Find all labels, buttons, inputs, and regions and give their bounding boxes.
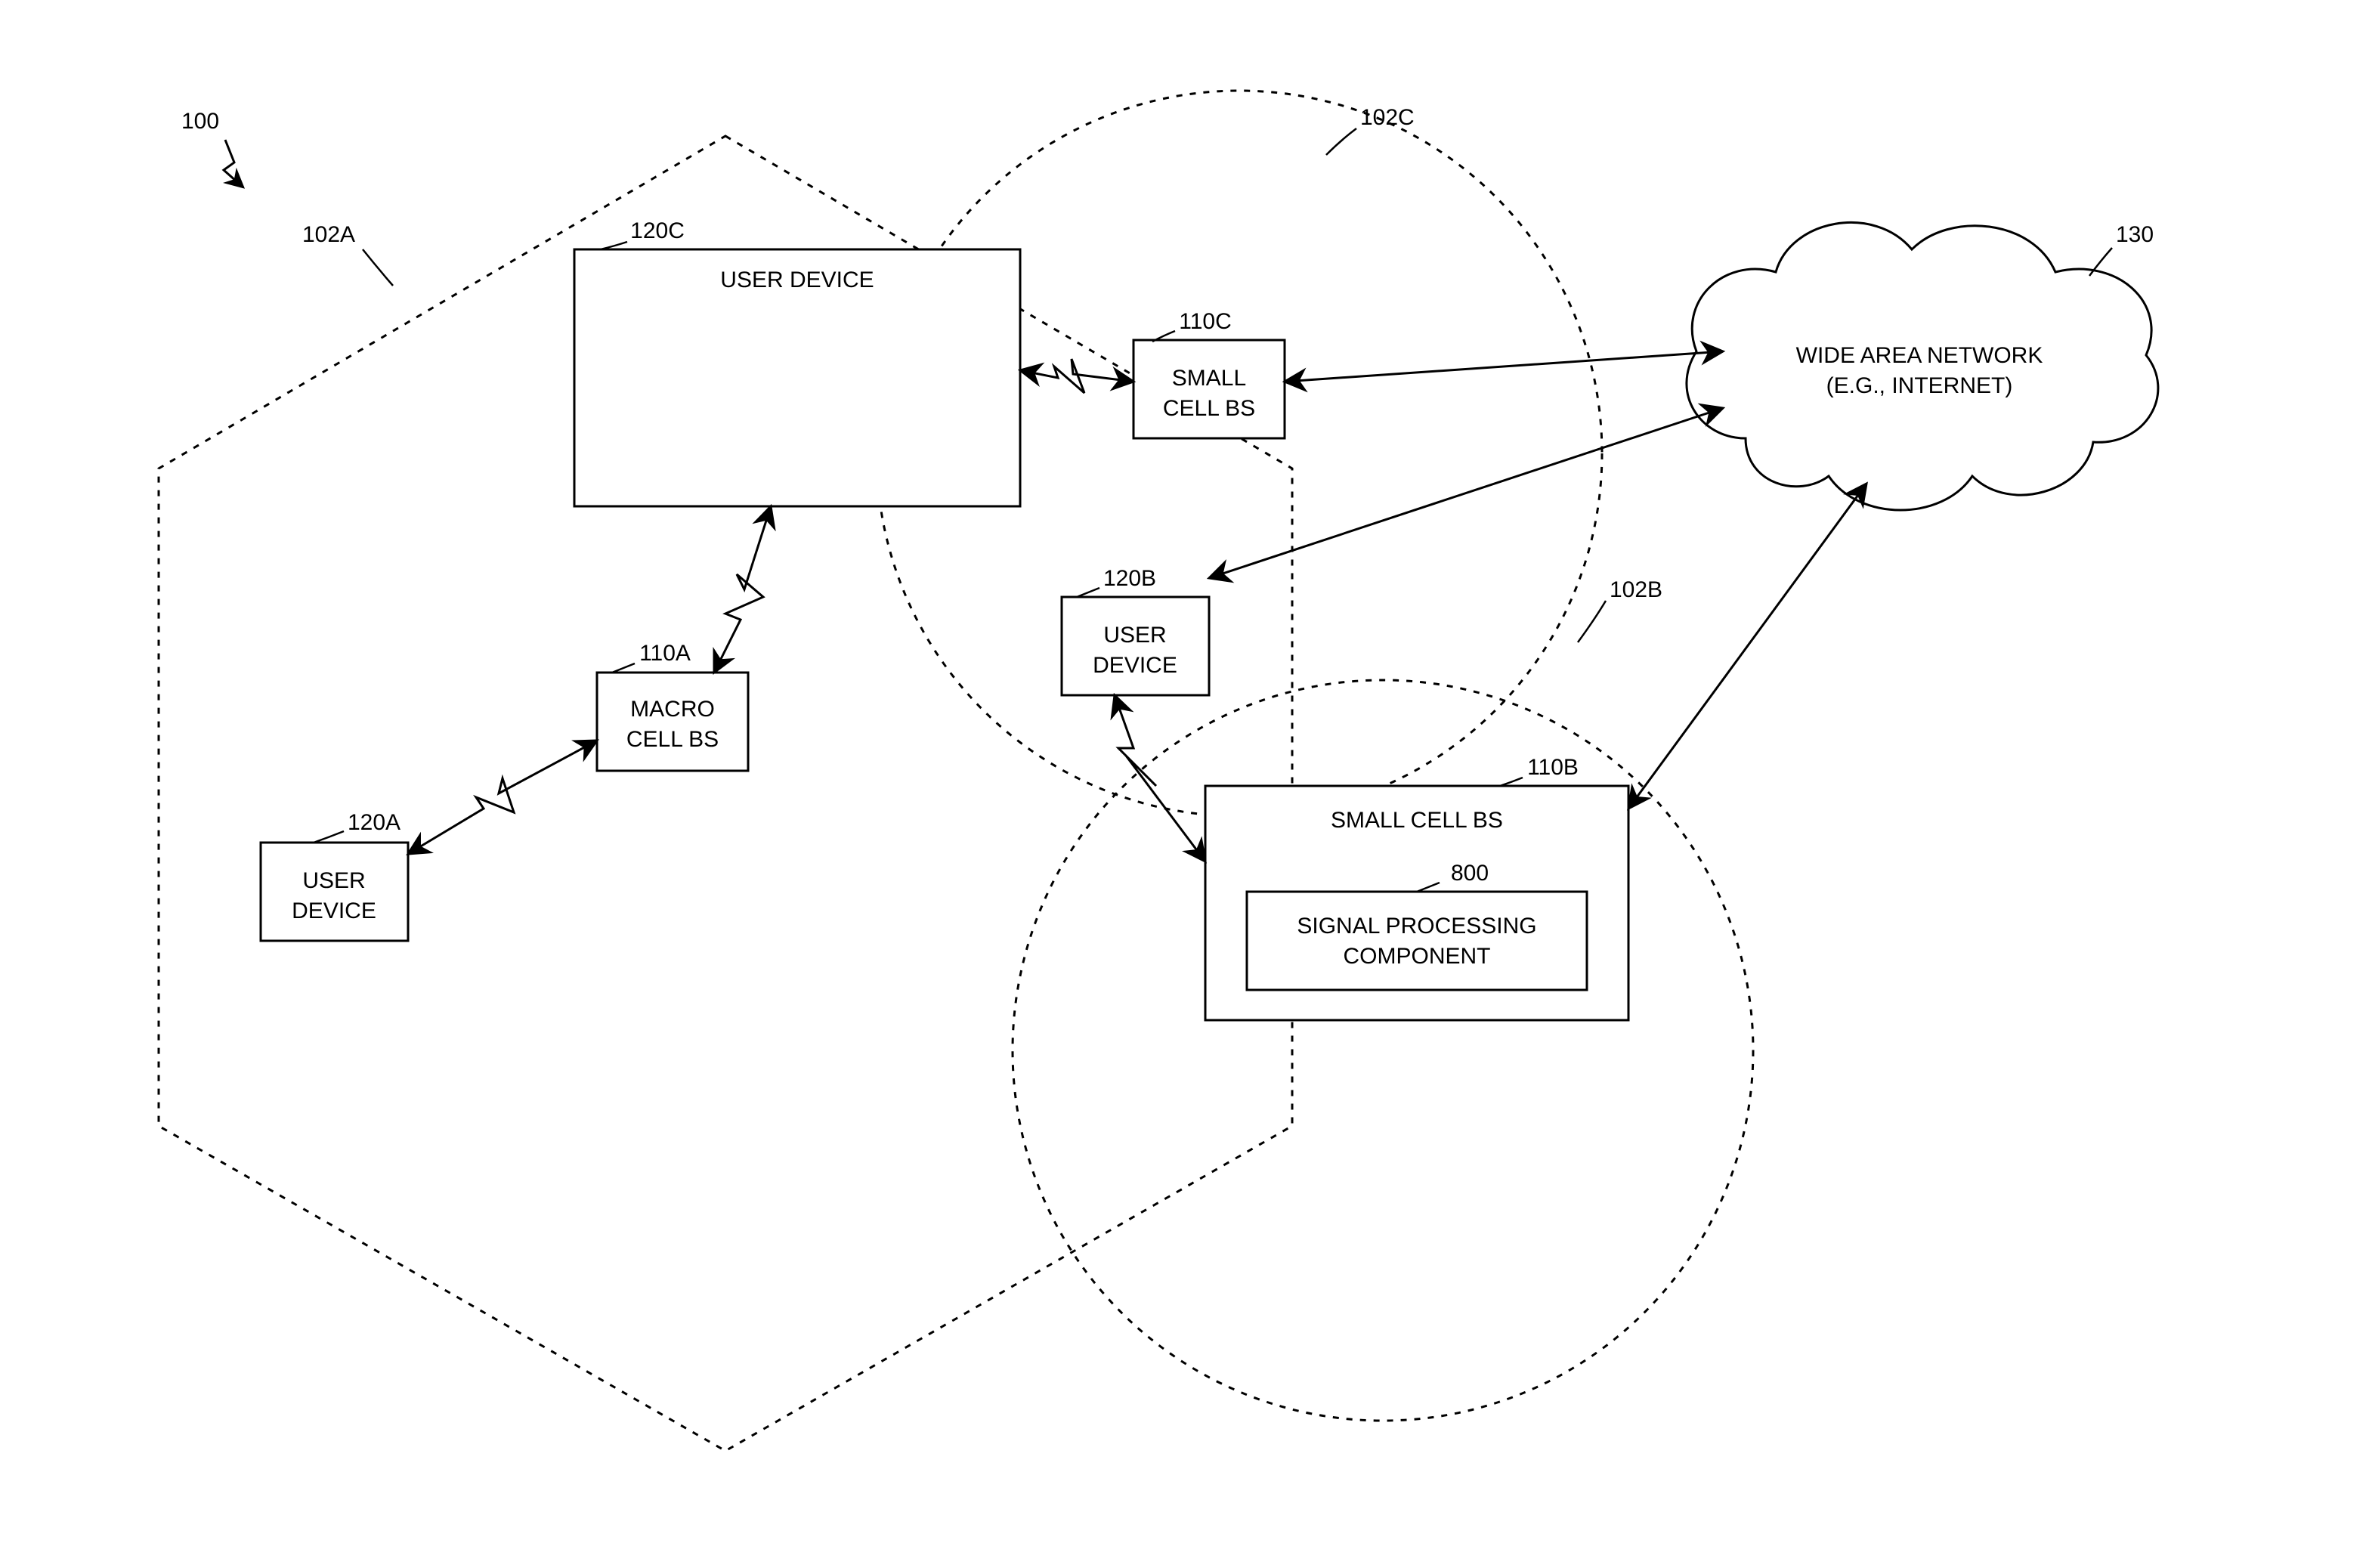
wan-label-1: WIDE AREA NETWORK: [1796, 343, 2043, 368]
wan-label-2: (E.G., INTERNET): [1826, 373, 2013, 398]
node-user-device-b: USER DEVICE 120B: [1062, 566, 1209, 695]
macro-bs-label-1: MACRO: [630, 697, 715, 722]
node-small-bs-c: SMALL CELL BS 110C: [1133, 309, 1285, 438]
node-user-device-c: USER DEVICE 120C: [574, 218, 1020, 506]
sig-proc-label-2: COMPONENT: [1344, 944, 1491, 969]
link-macro-to-wan: [1209, 408, 1723, 578]
region-hexagon-ref: 102A: [302, 222, 355, 247]
user-device-b-label-2: DEVICE: [1093, 653, 1177, 678]
link-macro-to-userC: [714, 506, 771, 673]
user-device-c-ref: 120C: [630, 218, 685, 243]
link-macro-to-userA: [408, 741, 597, 854]
user-device-b-label-1: USER: [1103, 623, 1166, 648]
user-device-a-label-1: USER: [302, 868, 365, 893]
sig-proc-label-1: SIGNAL PROCESSING: [1297, 914, 1536, 939]
node-user-device-a: USER DEVICE 120A: [261, 810, 408, 941]
node-macro-bs: MACRO CELL BS 110A: [597, 641, 748, 771]
region-circle-top-ref: 102C: [1360, 105, 1415, 130]
small-bs-c-label-1: SMALL: [1172, 366, 1246, 391]
link-userC-to-smallC: [1020, 359, 1133, 393]
user-device-c-label: USER DEVICE: [720, 268, 874, 292]
small-bs-c-label-2: CELL BS: [1163, 396, 1255, 421]
figure-ref: 100: [181, 109, 243, 187]
user-device-b-ref: 120B: [1103, 566, 1156, 591]
link-userB-to-smallB: [1115, 695, 1205, 861]
small-bs-b-label: SMALL CELL BS: [1331, 808, 1503, 833]
user-device-a-ref: 120A: [348, 810, 401, 835]
figure-ref-label: 100: [181, 109, 219, 134]
user-device-a-label-2: DEVICE: [292, 898, 376, 923]
small-bs-b-ref: 110B: [1527, 755, 1579, 780]
sig-proc-ref: 800: [1451, 861, 1489, 886]
network-diagram: 100 102A 102C 102B WIDE AREA NETWORK (E.…: [0, 0, 2369, 1568]
wan-ref: 130: [2116, 222, 2154, 247]
link-smallC-to-wan: [1285, 351, 1723, 382]
macro-bs-label-2: CELL BS: [626, 727, 719, 752]
small-bs-c-ref: 110C: [1179, 309, 1232, 334]
link-smallB-to-wan: [1628, 484, 1866, 809]
region-circle-bottom-ref: 102B: [1610, 577, 1662, 602]
node-wan: WIDE AREA NETWORK (E.G., INTERNET) 130: [1687, 222, 2158, 510]
node-small-bs-b: SMALL CELL BS 110B SIGNAL PROCESSING COM…: [1205, 755, 1628, 1020]
macro-bs-ref: 110A: [639, 641, 691, 666]
